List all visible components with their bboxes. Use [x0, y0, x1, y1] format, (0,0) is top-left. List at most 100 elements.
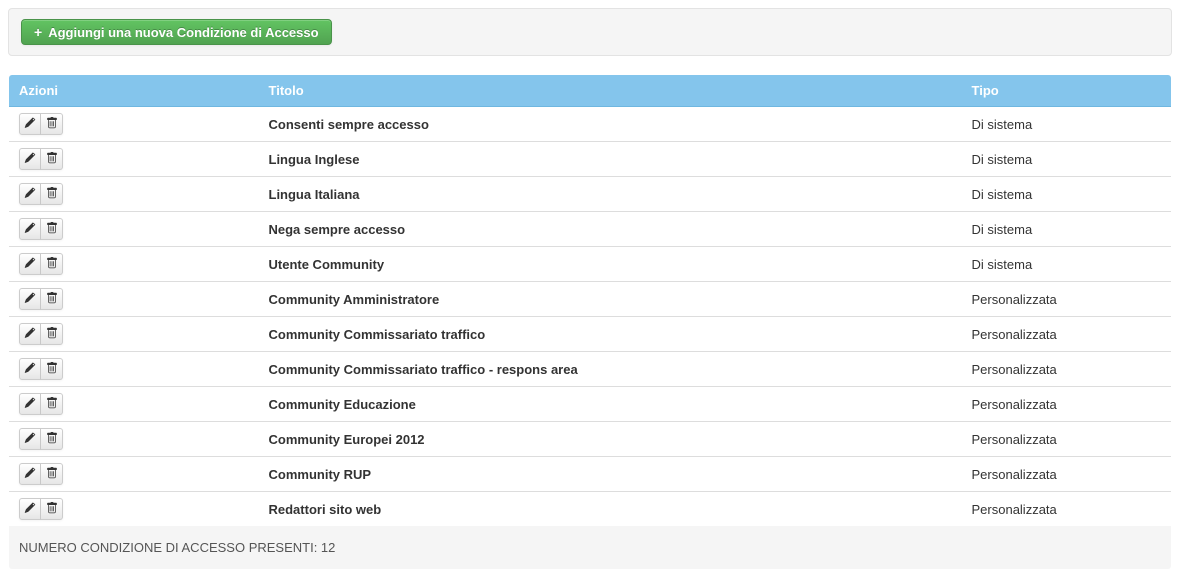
edit-button[interactable]	[19, 498, 41, 520]
type-cell: Di sistema	[962, 177, 1172, 212]
type-cell: Personalizzata	[962, 387, 1172, 422]
delete-button[interactable]	[41, 358, 63, 380]
actions-cell	[9, 142, 259, 177]
type-cell: Personalizzata	[962, 492, 1172, 527]
pencil-icon	[24, 327, 36, 342]
title-cell: Community RUP	[259, 457, 962, 492]
edit-button[interactable]	[19, 358, 41, 380]
pencil-icon	[24, 152, 36, 167]
title-cell: Community Commissariato traffico - respo…	[259, 352, 962, 387]
header-actions: Azioni	[9, 75, 259, 107]
title-cell: Community Amministratore	[259, 282, 962, 317]
actions-cell	[9, 422, 259, 457]
table-footer-row: NUMERO CONDIZIONE DI ACCESSO PRESENTI: 1…	[9, 526, 1172, 570]
table-row: Community Commissariato traffico - respo…	[9, 352, 1172, 387]
edit-button[interactable]	[19, 253, 41, 275]
title-cell: Utente Community	[259, 247, 962, 282]
pencil-icon	[24, 397, 36, 412]
table-row: Community EducazionePersonalizzata	[9, 387, 1172, 422]
title-cell: Consenti sempre accesso	[259, 107, 962, 142]
delete-button[interactable]	[41, 113, 63, 135]
edit-button[interactable]	[19, 428, 41, 450]
title-cell: Community Educazione	[259, 387, 962, 422]
pencil-icon	[24, 362, 36, 377]
title-cell: Community Commissariato traffico	[259, 317, 962, 352]
pencil-icon	[24, 467, 36, 482]
table-row: Redattori sito webPersonalizzata	[9, 492, 1172, 527]
trash-icon	[46, 467, 58, 482]
table-row: Nega sempre accessoDi sistema	[9, 212, 1172, 247]
table-row: Consenti sempre accessoDi sistema	[9, 107, 1172, 142]
type-cell: Personalizzata	[962, 457, 1172, 492]
table-row: Lingua ItalianaDi sistema	[9, 177, 1172, 212]
delete-button[interactable]	[41, 183, 63, 205]
delete-button[interactable]	[41, 253, 63, 275]
title-cell: Community Europei 2012	[259, 422, 962, 457]
edit-button[interactable]	[19, 113, 41, 135]
header-title: Titolo	[259, 75, 962, 107]
delete-button[interactable]	[41, 393, 63, 415]
trash-icon	[46, 397, 58, 412]
toolbar-panel: + Aggiungi una nuova Condizione di Acces…	[8, 8, 1172, 56]
title-cell: Nega sempre accesso	[259, 212, 962, 247]
trash-icon	[46, 117, 58, 132]
delete-button[interactable]	[41, 463, 63, 485]
delete-button[interactable]	[41, 498, 63, 520]
type-cell: Personalizzata	[962, 317, 1172, 352]
title-cell: Lingua Inglese	[259, 142, 962, 177]
pencil-icon	[24, 187, 36, 202]
pencil-icon	[24, 502, 36, 517]
trash-icon	[46, 222, 58, 237]
edit-button[interactable]	[19, 323, 41, 345]
trash-icon	[46, 152, 58, 167]
delete-button[interactable]	[41, 323, 63, 345]
edit-button[interactable]	[19, 148, 41, 170]
conditions-table: Azioni Titolo Tipo Consenti sempre acces…	[8, 74, 1172, 570]
trash-icon	[46, 257, 58, 272]
table-row: Community RUPPersonalizzata	[9, 457, 1172, 492]
type-cell: Personalizzata	[962, 352, 1172, 387]
actions-cell	[9, 457, 259, 492]
title-cell: Redattori sito web	[259, 492, 962, 527]
edit-button[interactable]	[19, 218, 41, 240]
pencil-icon	[24, 222, 36, 237]
add-button-label: Aggiungi una nuova Condizione di Accesso	[48, 25, 318, 40]
pencil-icon	[24, 257, 36, 272]
footer-count: NUMERO CONDIZIONE DI ACCESSO PRESENTI: 1…	[9, 526, 1172, 570]
delete-button[interactable]	[41, 288, 63, 310]
actions-cell	[9, 107, 259, 142]
type-cell: Personalizzata	[962, 282, 1172, 317]
table-row: Utente CommunityDi sistema	[9, 247, 1172, 282]
actions-cell	[9, 352, 259, 387]
type-cell: Di sistema	[962, 212, 1172, 247]
pencil-icon	[24, 292, 36, 307]
table-row: Community AmministratorePersonalizzata	[9, 282, 1172, 317]
actions-cell	[9, 282, 259, 317]
edit-button[interactable]	[19, 393, 41, 415]
type-cell: Personalizzata	[962, 422, 1172, 457]
pencil-icon	[24, 432, 36, 447]
type-cell: Di sistema	[962, 107, 1172, 142]
trash-icon	[46, 292, 58, 307]
edit-button[interactable]	[19, 288, 41, 310]
actions-cell	[9, 492, 259, 527]
delete-button[interactable]	[41, 148, 63, 170]
delete-button[interactable]	[41, 218, 63, 240]
title-cell: Lingua Italiana	[259, 177, 962, 212]
table-row: Community Commissariato trafficoPersonal…	[9, 317, 1172, 352]
header-type: Tipo	[962, 75, 1172, 107]
add-condition-button[interactable]: + Aggiungi una nuova Condizione di Acces…	[21, 19, 332, 45]
trash-icon	[46, 362, 58, 377]
edit-button[interactable]	[19, 183, 41, 205]
table-row: Community Europei 2012Personalizzata	[9, 422, 1172, 457]
actions-cell	[9, 247, 259, 282]
delete-button[interactable]	[41, 428, 63, 450]
actions-cell	[9, 177, 259, 212]
trash-icon	[46, 187, 58, 202]
trash-icon	[46, 327, 58, 342]
trash-icon	[46, 502, 58, 517]
actions-cell	[9, 317, 259, 352]
actions-cell	[9, 212, 259, 247]
edit-button[interactable]	[19, 463, 41, 485]
table-row: Lingua IngleseDi sistema	[9, 142, 1172, 177]
